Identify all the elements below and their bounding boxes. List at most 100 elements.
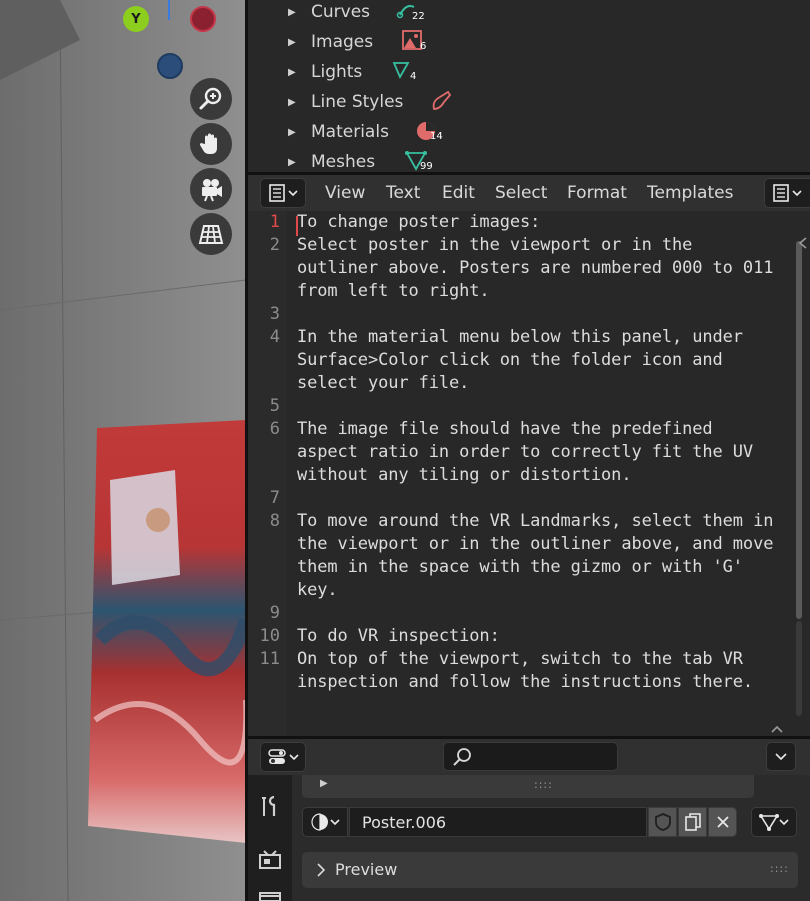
fake-user-button[interactable]: [648, 807, 677, 837]
preview-panel-header[interactable]: Preview ::::: [302, 852, 798, 888]
line-number: 2: [269, 235, 280, 255]
code-line[interactable]: key.: [297, 580, 338, 600]
line-number: 5: [269, 396, 280, 416]
gizmo-negative-x-axis[interactable]: [190, 6, 216, 32]
preview-panel-label: Preview: [335, 860, 398, 879]
material-name-text: Poster.006: [362, 813, 447, 832]
menu-format[interactable]: Format: [567, 183, 627, 203]
panel-drag-handle[interactable]: ::::: [770, 862, 789, 875]
text-editor-body[interactable]: 1 2 3 4 5 6 7 8 9 10 11 To change poster images: Se…: [248, 211, 810, 736]
gizmo-y-axis[interactable]: Y: [123, 6, 149, 32]
search-icon: [453, 748, 471, 766]
menu-view[interactable]: View: [325, 183, 365, 203]
material-sphere-icon: [311, 813, 328, 831]
code-line[interactable]: Select poster in the viewport or in the: [297, 235, 692, 255]
code-line[interactable]: without any tiling or distortion.: [297, 465, 632, 485]
code-line[interactable]: In the material menu below this panel, u…: [297, 327, 743, 347]
text-datablock-selector[interactable]: [764, 178, 810, 208]
line-number: 4: [269, 327, 280, 347]
output-tab-icon[interactable]: [258, 891, 282, 901]
outliner-row-line-styles[interactable]: ▶ Line Styles: [248, 87, 810, 117]
render-tab-icon[interactable]: [258, 849, 282, 871]
outliner-row-curves[interactable]: ▶ Curves 22: [248, 0, 810, 27]
duplicate-icon: [684, 813, 701, 831]
chevron-right-icon: [317, 863, 326, 877]
material-browse-button[interactable]: [302, 807, 348, 837]
code-line[interactable]: To do VR inspection:: [297, 626, 500, 646]
code-line[interactable]: select your file.: [297, 373, 469, 393]
hand-pan-icon: [199, 133, 217, 154]
count-badge: 22: [412, 11, 425, 22]
code-line[interactable]: On top of the viewport, switch to the ta…: [297, 649, 743, 669]
outliner-row-meshes[interactable]: ▶ Meshes 99: [248, 147, 810, 172]
outliner-item-label: Meshes: [311, 152, 376, 172]
properties-search-input[interactable]: [443, 742, 618, 771]
line-number: 11: [259, 649, 280, 669]
line-number: 9: [269, 603, 280, 623]
chevron-up-icon[interactable]: [770, 724, 784, 734]
unlink-material-button[interactable]: [708, 807, 737, 837]
shield-icon: [654, 813, 671, 831]
code-line[interactable]: Surface>Color click on the folder icon a…: [297, 350, 723, 370]
expand-arrow-icon[interactable]: ▶: [288, 97, 296, 108]
chevron-down-icon: [287, 190, 298, 197]
gizmo-negative-z-axis[interactable]: [157, 53, 183, 79]
duplicate-material-button[interactable]: [678, 807, 707, 837]
zoom-icon: [199, 87, 222, 110]
line-number-gutter: 1 2 3 4 5 6 7 8 9 10 11: [248, 211, 287, 736]
camera-view-button[interactable]: [190, 168, 232, 210]
outliner-item-label: Curves: [311, 2, 371, 22]
menu-select[interactable]: Select: [495, 183, 547, 203]
code-line[interactable]: the viewport or in the outliner above, a…: [297, 534, 773, 554]
mesh-data-icon: [759, 814, 779, 831]
code-line[interactable]: aspect ratio in order to correctly fit t…: [297, 442, 753, 462]
material-name-field[interactable]: Poster.006: [349, 807, 647, 837]
outliner-row-lights[interactable]: ▶ Lights 4: [248, 57, 810, 87]
text-editor-header: View Text Edit Select Format Templates: [248, 175, 810, 211]
tool-settings-tab-icon[interactable]: [259, 795, 281, 819]
menu-edit[interactable]: Edit: [442, 183, 475, 203]
properties-editor-type-selector[interactable]: [260, 742, 306, 772]
expand-arrow-icon[interactable]: ▶: [288, 67, 296, 78]
panel-drag-handle[interactable]: ::::: [534, 778, 553, 791]
text-editor-icon: [268, 184, 285, 202]
line-number: 6: [269, 419, 280, 439]
3d-viewport[interactable]: Y: [0, 0, 246, 901]
expand-arrow-icon[interactable]: ▶: [320, 778, 328, 789]
outliner-row-materials[interactable]: ▶ Materials 14: [248, 117, 810, 147]
chevron-down-icon: [288, 754, 299, 761]
expand-arrow-icon[interactable]: ▶: [288, 37, 296, 48]
menu-text[interactable]: Text: [386, 183, 420, 203]
code-line[interactable]: inspection and follow the instructions t…: [297, 672, 753, 692]
outliner-item-label: Materials: [311, 122, 389, 142]
expand-arrow-icon[interactable]: ▶: [288, 157, 296, 168]
perspective-toggle-button[interactable]: [190, 213, 232, 255]
menu-templates[interactable]: Templates: [647, 183, 733, 203]
sidebar-toggle-icon[interactable]: [798, 237, 808, 249]
code-line[interactable]: them in the space with the gizmo or with…: [297, 557, 743, 577]
outliner-row-images[interactable]: ▶ Images 6: [248, 27, 810, 57]
outliner-panel[interactable]: ▶ Curves 22 ▶ Images 6 ▶ Lights 4 ▶ Line…: [248, 0, 810, 172]
options-dropdown-button[interactable]: [766, 742, 796, 771]
properties-body: ▶ :::: Poster.006 Preview::::: [248, 775, 810, 901]
close-icon: [716, 816, 729, 828]
expand-arrow-icon[interactable]: ▶: [288, 127, 296, 138]
count-badge: 99: [420, 161, 433, 172]
code-line[interactable]: The image file should have the predefine…: [297, 419, 713, 439]
code-line[interactable]: outliner above. Posters are numbered 000…: [297, 258, 773, 278]
material-slots-panel[interactable]: ▶ ::::: [302, 775, 754, 798]
properties-header: [248, 739, 810, 775]
scrollbar-thumb[interactable]: [796, 241, 802, 619]
expand-arrow-icon[interactable]: ▶: [288, 7, 296, 18]
scrollbar-track[interactable]: [796, 621, 802, 716]
link-type-dropdown[interactable]: [751, 807, 797, 837]
material-properties-content: ▶ :::: Poster.006 Preview::::: [292, 775, 810, 901]
count-badge: 14: [430, 131, 443, 142]
code-line[interactable]: from left to right.: [297, 281, 490, 301]
zoom-button[interactable]: [190, 78, 232, 120]
line-number: 3: [269, 304, 280, 324]
pan-button[interactable]: [190, 123, 232, 165]
code-line[interactable]: To move around the VR Landmarks, select …: [297, 511, 773, 531]
code-line[interactable]: To change poster images:: [297, 212, 540, 232]
editor-type-selector[interactable]: [260, 178, 306, 208]
